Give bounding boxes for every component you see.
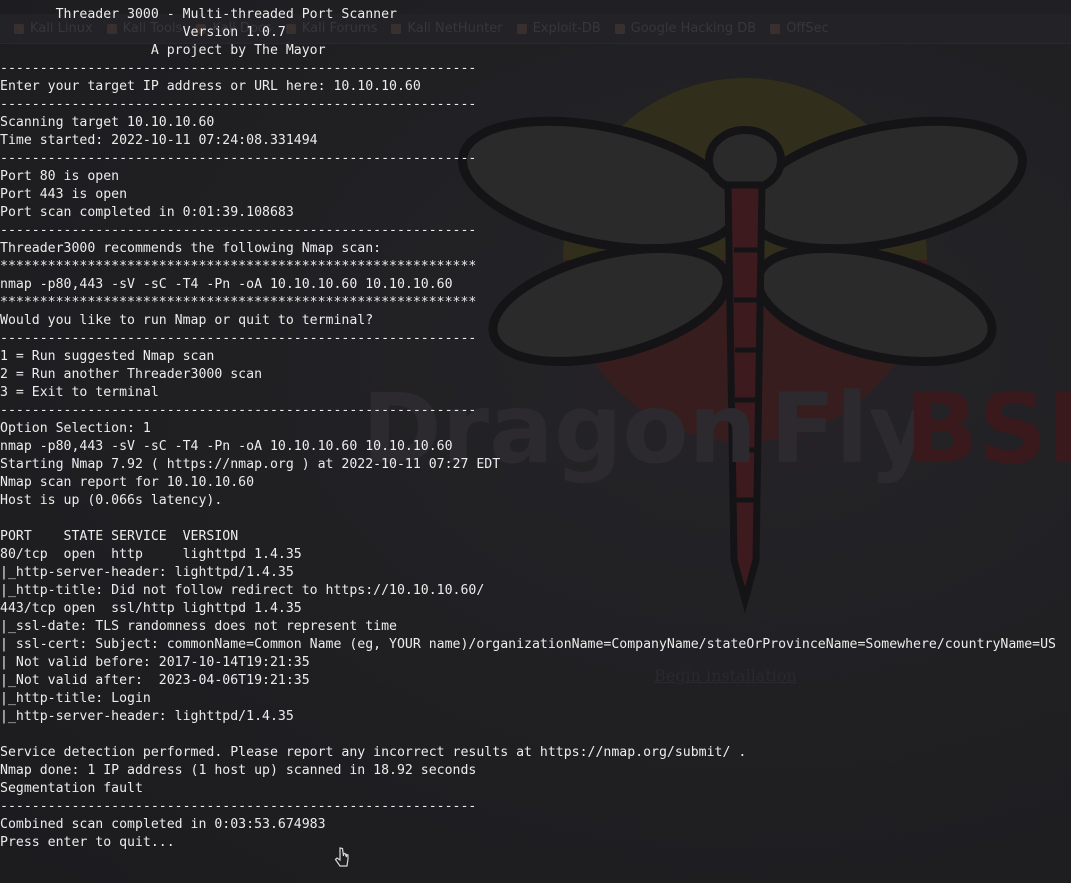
terminal-line: 443/tcp open ssl/http lighttpd 1.4.35 — [0, 601, 302, 616]
terminal-line: |_http-title: Login — [0, 691, 151, 706]
terminal-line: 80/tcp open http lighttpd 1.4.35 — [0, 547, 302, 562]
terminal-line: Enter your target IP address or URL here… — [0, 79, 421, 94]
terminal-line: PORT STATE SERVICE VERSION — [0, 529, 239, 544]
terminal-line: | Not valid before: 2017-10-14T19:21:35 — [0, 655, 310, 670]
terminal-line: ----------------------------------------… — [0, 331, 477, 346]
terminal-line: Version 1.0.7 — [0, 25, 286, 40]
terminal-line: Press enter to quit... — [0, 835, 175, 850]
terminal-line: |_http-title: Did not follow redirect to… — [0, 583, 485, 598]
terminal-line: ----------------------------------------… — [0, 97, 477, 112]
terminal-line: ****************************************… — [0, 295, 477, 310]
terminal-line: A project by The Mayor — [0, 43, 326, 58]
terminal-line: ----------------------------------------… — [0, 799, 477, 814]
terminal-line: ----------------------------------------… — [0, 403, 477, 418]
terminal-line: Service detection performed. Please repo… — [0, 745, 747, 760]
terminal-line: ----------------------------------------… — [0, 151, 477, 166]
terminal-output[interactable]: Threader 3000 - Multi-threaded Port Scan… — [0, 6, 1056, 852]
terminal-line: Time started: 2022-10-11 07:24:08.331494 — [0, 133, 318, 148]
terminal-line: 1 = Run suggested Nmap scan — [0, 349, 215, 364]
terminal-line: Port 80 is open — [0, 169, 120, 184]
terminal-line: Scanning target 10.10.10.60 — [0, 115, 215, 130]
terminal-line: |_http-server-header: lighttpd/1.4.35 — [0, 565, 294, 580]
terminal-line: |_ssl-date: TLS randomness does not repr… — [0, 619, 397, 634]
terminal-line: ****************************************… — [0, 259, 477, 274]
terminal-line: ----------------------------------------… — [0, 61, 477, 76]
terminal-line: Port scan completed in 0:01:39.108683 — [0, 205, 294, 220]
terminal-line: Option Selection: 1 — [0, 421, 151, 436]
terminal-line: Host is up (0.066s latency). — [0, 493, 223, 508]
terminal-line: 2 = Run another Threader3000 scan — [0, 367, 263, 382]
terminal-line: nmap -p80,443 -sV -sC -T4 -Pn -oA 10.10.… — [0, 277, 453, 292]
terminal-line: Nmap done: 1 IP address (1 host up) scan… — [0, 763, 477, 778]
terminal-line: Combined scan completed in 0:03:53.67498… — [0, 817, 326, 832]
terminal-line: |_http-server-header: lighttpd/1.4.35 — [0, 709, 294, 724]
mouse-cursor-icon — [334, 847, 349, 867]
terminal-line: Would you like to run Nmap or quit to te… — [0, 313, 374, 328]
screen: Kali Linux Kali Tools Kali Docs Kali For… — [0, 0, 1071, 883]
terminal-line: nmap -p80,443 -sV -sC -T4 -Pn -oA 10.10.… — [0, 439, 453, 454]
terminal-line: | ssl-cert: Subject: commonName=Common N… — [0, 637, 1056, 652]
terminal-line: Port 443 is open — [0, 187, 128, 202]
terminal-line: Segmentation fault — [0, 781, 143, 796]
terminal-line: Threader 3000 - Multi-threaded Port Scan… — [0, 7, 397, 22]
terminal-line: Starting Nmap 7.92 ( https://nmap.org ) … — [0, 457, 501, 472]
terminal-line: 3 = Exit to terminal — [0, 385, 159, 400]
terminal-line: Nmap scan report for 10.10.10.60 — [0, 475, 255, 490]
terminal-line: ----------------------------------------… — [0, 223, 477, 238]
terminal-line: |_Not valid after: 2023-04-06T19:21:35 — [0, 673, 310, 688]
terminal-line: Threader3000 recommends the following Nm… — [0, 241, 382, 256]
